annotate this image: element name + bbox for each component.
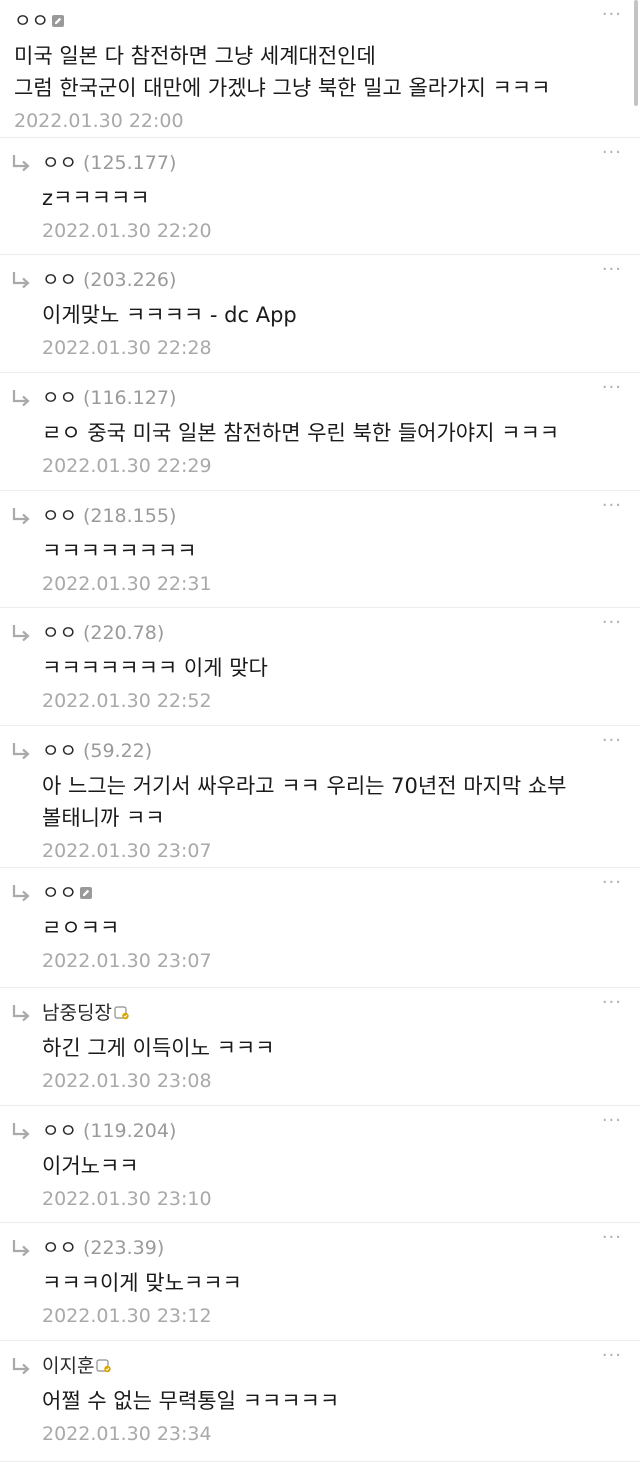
author-name[interactable]: ㅇㅇ xyxy=(42,740,77,762)
comment-text: 이게맞노 ㅋㅋㅋㅋ - dc App xyxy=(42,303,297,327)
author-ip: (218.155) xyxy=(82,505,177,527)
reply-comment: ㅇㅇ (125.177) zㅋㅋㅋㅋㅋ 2022.01.30 22:20 ··· xyxy=(0,138,640,255)
comment-date: 2022.01.30 22:28 xyxy=(42,337,212,359)
comment-date: 2022.01.30 23:10 xyxy=(42,1188,212,1210)
author-name[interactable]: ㅇㅇ xyxy=(42,269,77,291)
comment-date: 2022.01.30 22:00 xyxy=(14,110,184,132)
comment-text: 어쩔 수 없는 무력통일 ㅋㅋㅋㅋㅋ xyxy=(42,1389,340,1413)
reply-comment: ㅇㅇ (220.78) ㅋㅋㅋㅋㅋㅋㅋ 이게 맞다 2022.01.30 22:52 ·… xyxy=(0,608,640,726)
comment-text: zㅋㅋㅋㅋㅋ xyxy=(42,186,150,210)
author-line: ㅇㅇ (220.78) xyxy=(42,620,600,646)
author-ip: (125.177) xyxy=(82,152,177,174)
author-line: 남중딩장 xyxy=(42,1000,600,1026)
more-dots-icon[interactable]: ··· xyxy=(602,732,622,750)
more-dots-icon[interactable]: ··· xyxy=(602,874,622,892)
author-ip: (119.204) xyxy=(82,1120,177,1142)
edit-badge-icon xyxy=(51,9,65,35)
author-line: ㅇㅇ (223.39) xyxy=(42,1235,600,1261)
more-dots-icon[interactable]: ··· xyxy=(602,144,622,162)
more-dots-icon[interactable]: ··· xyxy=(602,6,622,24)
comment-date: 2022.01.30 22:20 xyxy=(42,220,212,242)
reply-arrow-icon xyxy=(10,386,34,410)
author-name[interactable]: ㅇㅇ xyxy=(42,1120,77,1142)
author-name[interactable]: ㅇㅇ xyxy=(42,152,77,174)
author-name[interactable]: 남중딩장 xyxy=(42,1002,112,1024)
more-dots-icon[interactable]: ··· xyxy=(602,614,622,632)
comment-text: ㄹㅇㅋㅋ xyxy=(42,916,120,940)
more-dots-icon[interactable]: ··· xyxy=(602,379,622,397)
reply-comment: ㅇㅇ (218.155) ㅋㅋㅋㅋㅋㅋㅋㅋ 2022.01.30 22:31 ··· xyxy=(0,491,640,608)
author-line: ㅇㅇ (125.177) xyxy=(42,150,600,176)
more-dots-icon[interactable]: ··· xyxy=(602,1229,622,1247)
reply-comment: ㅇㅇ (119.204) 이거노ㅋㅋ 2022.01.30 23:10 ··· xyxy=(0,1106,640,1223)
comment-date: 2022.01.30 23:07 xyxy=(42,840,212,862)
author-ip: (223.39) xyxy=(82,1237,165,1259)
reply-arrow-icon xyxy=(10,1001,34,1025)
scrollbar[interactable] xyxy=(634,0,638,106)
comment-text: ㄹㅇ 중국 미국 일본 참전하면 우린 북한 들어가야지 ㅋㅋㅋ xyxy=(42,421,560,445)
author-line: ㅇㅇ (119.204) xyxy=(42,1118,600,1144)
reply-comment: ㅇㅇ (203.226) 이게맞노 ㅋㅋㅋㅋ - dc App 2022.01.30 … xyxy=(0,255,640,373)
author-name[interactable]: ㅇㅇ xyxy=(42,505,77,527)
comment-text: ㅋㅋㅋㅋㅋㅋㅋㅋ xyxy=(42,539,197,563)
author-ip: (116.127) xyxy=(82,387,177,409)
author-ip: (220.78) xyxy=(82,622,165,644)
comment-text: ㅋㅋㅋ이게 맞노ㅋㅋㅋ xyxy=(42,1271,242,1295)
author-line: ㅇㅇ xyxy=(42,880,600,906)
reply-comment: ㅇㅇ (116.127) ㄹㅇ 중국 미국 일본 참전하면 우린 북한 들어가야지 … xyxy=(0,373,640,491)
author-line: ㅇㅇ (203.226) xyxy=(42,267,600,293)
author-ip: (59.22) xyxy=(82,740,153,762)
edit-badge-icon xyxy=(79,881,93,907)
comment-date: 2022.01.30 23:07 xyxy=(42,950,212,972)
reply-comment: ㅇㅇ (223.39) ㅋㅋㅋ이게 맞노ㅋㅋㅋ 2022.01.30 23:12 ··· xyxy=(0,1223,640,1341)
reply-arrow-icon xyxy=(10,268,34,292)
reply-arrow-icon xyxy=(10,1119,34,1143)
reply-arrow-icon xyxy=(10,504,34,528)
author-line: ㅇㅇ (116.127) xyxy=(42,385,600,411)
author-name[interactable]: ㅇㅇ xyxy=(42,882,77,904)
fixed-nick-badge-icon xyxy=(96,1354,112,1380)
comment-text: 하긴 그게 이득이노 ㅋㅋㅋ xyxy=(42,1036,275,1060)
comment-text: ㅋㅋㅋㅋㅋㅋㅋ 이게 맞다 xyxy=(42,656,268,680)
comment-text: 이거노ㅋㅋ xyxy=(42,1154,139,1178)
comment-list: ㅇㅇ 미국 일본 다 참전하면 그냥 세계대전인데 그럼 한국군이 대만에 가겠냐… xyxy=(0,0,640,1462)
author-name[interactable]: ㅇㅇ xyxy=(14,10,49,32)
comment-date: 2022.01.30 22:29 xyxy=(42,455,212,477)
more-dots-icon[interactable]: ··· xyxy=(602,497,622,515)
author-name[interactable]: ㅇㅇ xyxy=(42,622,77,644)
comment-text: 아 느그는 거기서 싸우라고 ㅋㅋ 우리는 70년전 마지막 쇼부 볼태니까 ㅋ… xyxy=(42,774,567,830)
author-line: ㅇㅇ xyxy=(14,8,600,34)
author-name[interactable]: ㅇㅇ xyxy=(42,387,77,409)
more-dots-icon[interactable]: ··· xyxy=(602,994,622,1012)
author-line: ㅇㅇ (218.155) xyxy=(42,503,600,529)
reply-comment: 이지훈어쩔 수 없는 무력통일 ㅋㅋㅋㅋㅋ 2022.01.30 23:34 ··· xyxy=(0,1341,640,1462)
more-dots-icon[interactable]: ··· xyxy=(602,1112,622,1130)
reply-arrow-icon xyxy=(10,1236,34,1260)
comment-date: 2022.01.30 23:08 xyxy=(42,1070,212,1092)
comment-text: 미국 일본 다 참전하면 그냥 세계대전인데 그럼 한국군이 대만에 가겠냐 그… xyxy=(14,44,551,100)
more-dots-icon[interactable]: ··· xyxy=(602,1347,622,1365)
reply-arrow-icon xyxy=(10,151,34,175)
comment-date: 2022.01.30 23:12 xyxy=(42,1305,212,1327)
author-ip: (203.226) xyxy=(82,269,177,291)
author-line: 이지훈 xyxy=(42,1353,600,1379)
reply-arrow-icon xyxy=(10,739,34,763)
comment: ㅇㅇ 미국 일본 다 참전하면 그냥 세계대전인데 그럼 한국군이 대만에 가겠냐… xyxy=(0,0,640,138)
reply-arrow-icon xyxy=(10,881,34,905)
comment-date: 2022.01.30 22:31 xyxy=(42,573,212,595)
more-dots-icon[interactable]: ··· xyxy=(602,261,622,279)
author-name[interactable]: 이지훈 xyxy=(42,1355,94,1377)
reply-comment: ㅇㅇㄹㅇㅋㅋ 2022.01.30 23:07 ··· xyxy=(0,868,640,988)
reply-arrow-icon xyxy=(10,1354,34,1378)
reply-comment: 남중딩장하긴 그게 이득이노 ㅋㅋㅋ 2022.01.30 23:08 ··· xyxy=(0,988,640,1106)
comment-date: 2022.01.30 22:52 xyxy=(42,690,212,712)
reply-arrow-icon xyxy=(10,621,34,645)
comment-date: 2022.01.30 23:34 xyxy=(42,1423,212,1445)
fixed-nick-badge-icon xyxy=(114,1001,130,1027)
author-name[interactable]: ㅇㅇ xyxy=(42,1237,77,1259)
reply-comment: ㅇㅇ (59.22) 아 느그는 거기서 싸우라고 ㅋㅋ 우리는 70년전 마지막 … xyxy=(0,726,640,868)
author-line: ㅇㅇ (59.22) xyxy=(42,738,600,764)
